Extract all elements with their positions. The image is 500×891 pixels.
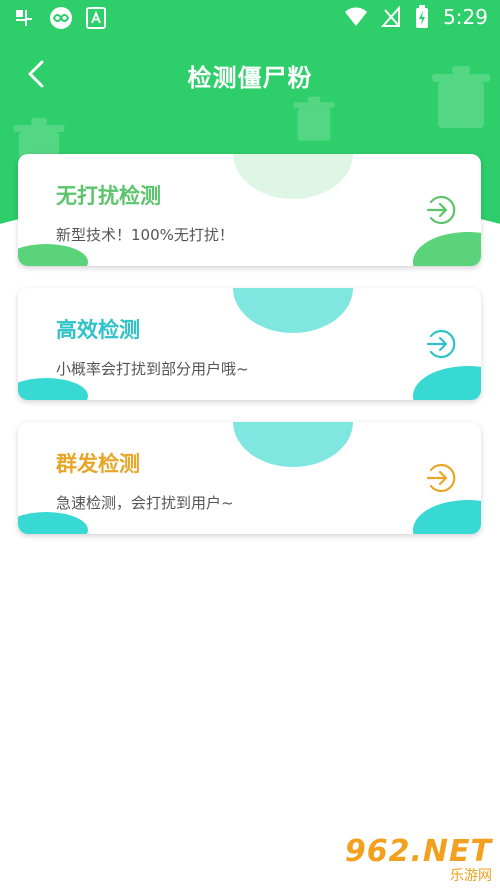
card-efficient-detection[interactable]: 高效检测 小概率会打扰到部分用户哦~: [18, 288, 481, 400]
page-title: 检测僵尸粉: [187, 64, 313, 92]
status-bar: 5:29: [0, 0, 500, 36]
card-decoration: [413, 232, 481, 266]
card-title: 群发检测: [56, 452, 140, 476]
battery-charging-icon: [416, 5, 429, 28]
no-signal-icon: [381, 6, 401, 27]
app-bar: 检测僵尸粉: [0, 44, 500, 104]
status-time: 5:29: [443, 5, 488, 29]
card-decoration: [233, 288, 353, 333]
app-notification-icon: [16, 10, 32, 26]
card-title: 无打扰检测: [56, 184, 161, 208]
enter-arrow-icon[interactable]: [423, 192, 459, 228]
watermark-logo: 962.NET: [344, 834, 492, 869]
card-no-disturb-detection[interactable]: 无打扰检测 新型技术！100%无打扰！: [18, 154, 481, 266]
text-icon: [86, 7, 106, 29]
watermark: 962.NET 乐游网: [345, 834, 492, 885]
infinity-icon: [50, 7, 72, 29]
card-group-send-detection[interactable]: 群发检测 急速检测，会打扰到用户~: [18, 422, 481, 534]
enter-arrow-icon[interactable]: [423, 460, 459, 496]
card-decoration: [413, 366, 481, 400]
card-decoration: [233, 422, 353, 467]
card-subtitle: 新型技术！100%无打扰！: [56, 226, 234, 244]
card-subtitle: 小概率会打扰到部分用户哦~: [56, 360, 249, 378]
card-decoration: [413, 500, 481, 534]
enter-arrow-icon[interactable]: [423, 326, 459, 362]
card-subtitle: 急速检测，会打扰到用户~: [56, 494, 234, 512]
card-title: 高效检测: [56, 318, 140, 342]
wifi-icon: [345, 7, 368, 26]
card-decoration: [233, 154, 353, 199]
